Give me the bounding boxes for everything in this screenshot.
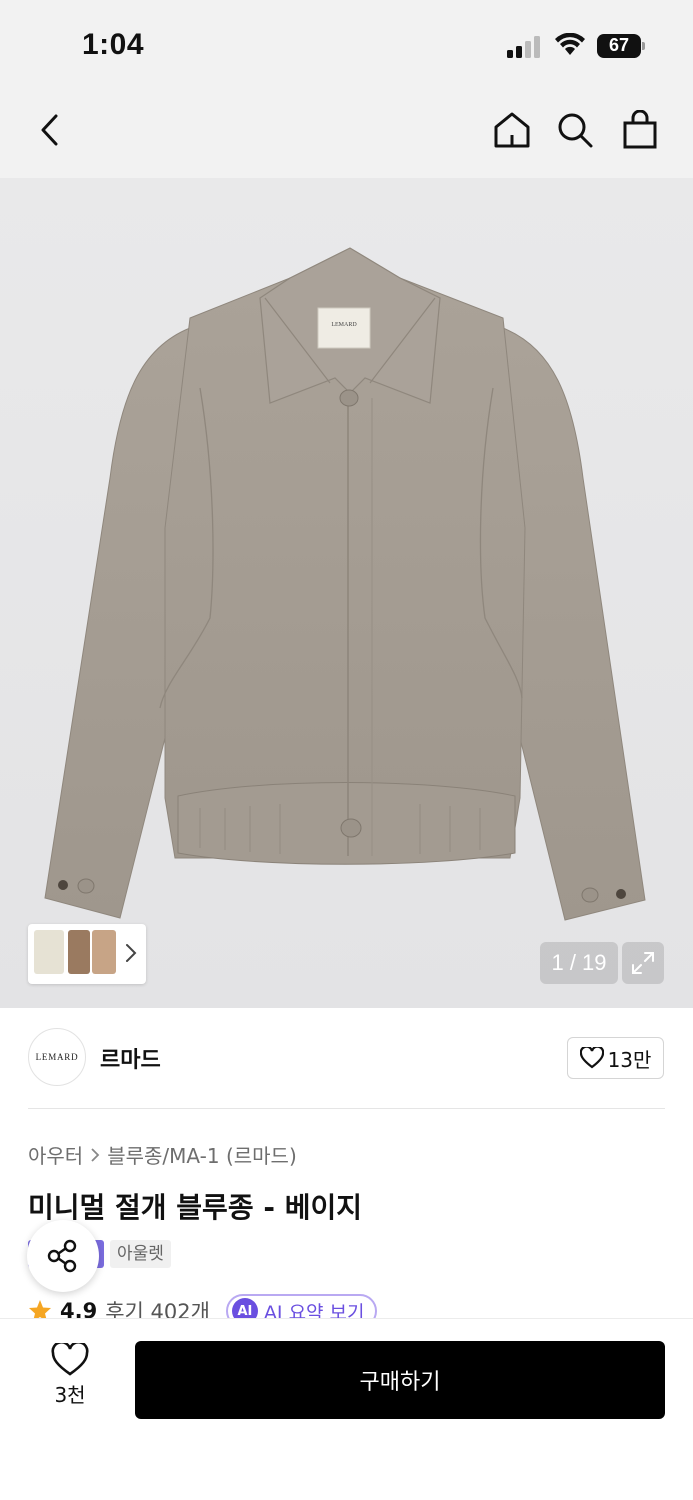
share-button[interactable] <box>27 1220 99 1292</box>
thumbnail-brown[interactable] <box>68 930 90 974</box>
brand-like-count: 13만 <box>607 1047 652 1072</box>
battery-icon: 67 <box>597 34 647 58</box>
wishlist-count: 3천 <box>54 1383 86 1407</box>
breadcrumb: 아우터 블루종/MA-1 (르마드) <box>28 1140 297 1169</box>
breadcrumb-item[interactable]: 블루종/MA-1 (르마드) <box>107 1140 297 1169</box>
status-bar: 1:04 67 <box>0 0 693 90</box>
product-image: LEMARD <box>44 247 646 921</box>
bottom-action-bar: 3천 구매하기 <box>0 1318 693 1500</box>
product-image-gallery[interactable]: LEMARD 1 / 19 <box>0 178 693 1008</box>
chevron-right-icon[interactable] <box>124 940 138 966</box>
image-counter: 1 / 19 <box>540 942 618 984</box>
product-title: 미니멀 절개 블루종 - 베이지 <box>28 1191 362 1224</box>
outlet-badge: 아울렛 <box>110 1240 171 1268</box>
home-icon <box>494 112 530 148</box>
heart-icon <box>579 1047 604 1069</box>
search-icon <box>558 113 593 148</box>
thumbnail-strip[interactable] <box>28 924 146 984</box>
jacket-label-text: LEMARD <box>331 322 357 328</box>
brand-row[interactable]: LEMARD 르마드 13만 <box>0 1008 693 1108</box>
share-icon <box>47 1239 77 1273</box>
thumbnail-tan[interactable] <box>92 930 116 974</box>
top-nav <box>0 90 693 178</box>
divider <box>28 1108 665 1109</box>
thumbnail-beige[interactable] <box>34 930 64 974</box>
wifi-icon <box>555 33 585 55</box>
breadcrumb-item[interactable]: 아우터 <box>28 1140 83 1169</box>
chevron-right-icon <box>91 1147 100 1162</box>
expand-button[interactable] <box>622 942 664 984</box>
brand-logo[interactable]: LEMARD <box>28 1028 86 1086</box>
status-time: 1:04 <box>82 28 145 61</box>
chevron-left-icon <box>41 114 58 146</box>
expand-icon <box>632 952 654 974</box>
brand-name[interactable]: 르마드 <box>100 1042 161 1074</box>
cart-button[interactable] <box>618 108 662 152</box>
brand-like-button[interactable]: 13만 <box>567 1037 664 1079</box>
cellular-signal-icon <box>507 36 540 58</box>
shopping-bag-icon <box>623 110 657 149</box>
back-button[interactable] <box>28 108 72 152</box>
wishlist-button[interactable]: 3천 <box>28 1343 112 1413</box>
search-button[interactable] <box>553 108 597 152</box>
buy-button[interactable]: 구매하기 <box>135 1341 665 1419</box>
heart-icon <box>51 1343 89 1376</box>
home-button[interactable] <box>490 108 534 152</box>
battery-level: 67 <box>608 35 630 55</box>
